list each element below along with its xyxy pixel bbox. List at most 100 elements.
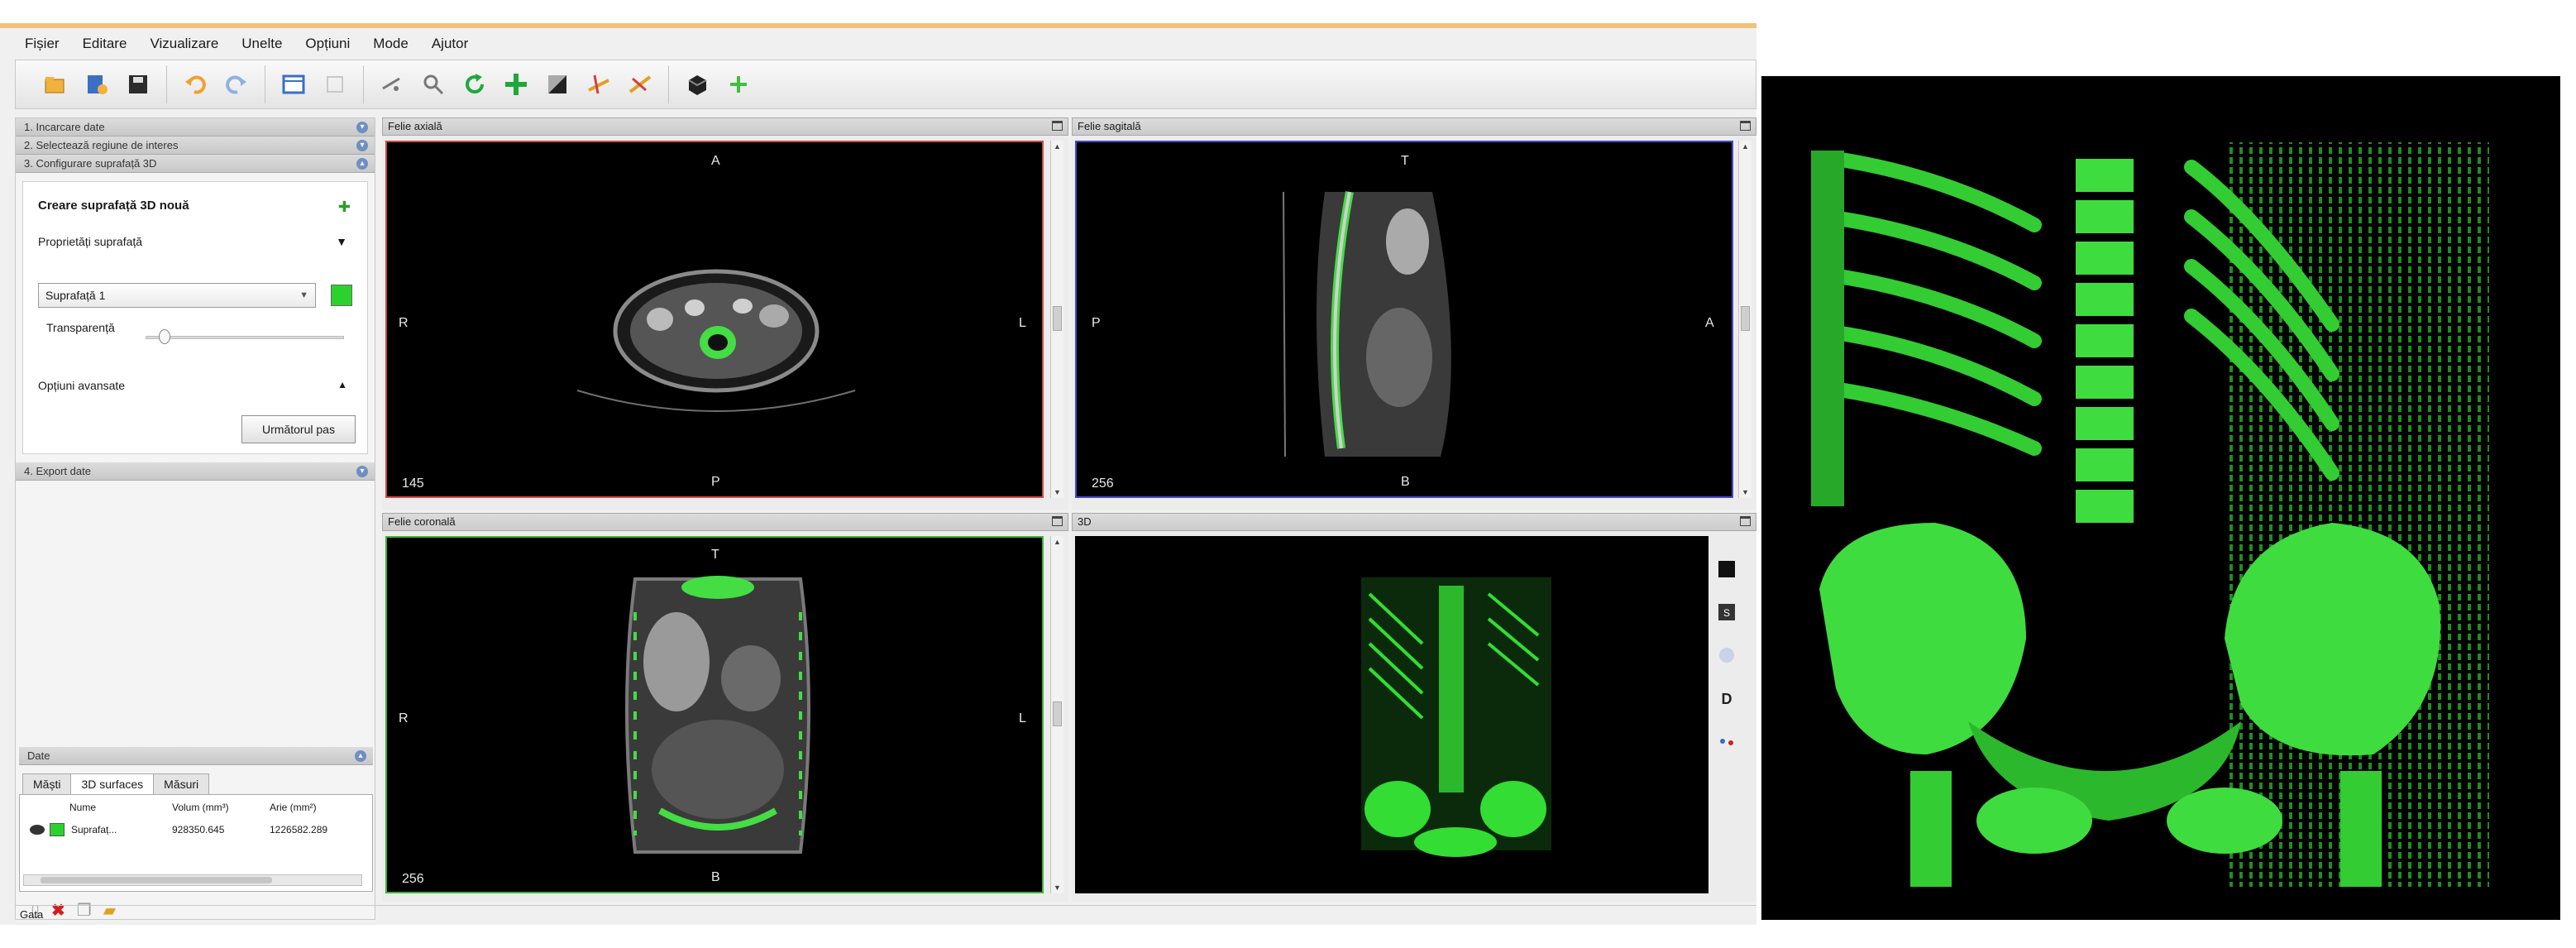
add-icon[interactable] [722, 68, 755, 101]
scroll-down-icon[interactable]: ▼ [1054, 488, 1061, 496]
table-header-volume: Volum (mm³) [172, 802, 229, 813]
menu-tools[interactable]: Unelte [241, 36, 282, 52]
collapse-icon[interactable]: ▴ [356, 158, 368, 170]
transparency-slider[interactable] [146, 336, 344, 339]
volume-lighting-icon[interactable] [1716, 644, 1737, 667]
scrollbar-thumb[interactable] [1741, 306, 1750, 331]
sagittal-scrollbar[interactable]: ▲ ▼ [1738, 141, 1752, 498]
volume-render-large [1761, 76, 2560, 920]
sagittal-view-title-bar: Felie sagitală [1072, 117, 1756, 136]
transparency-slider-handle[interactable] [159, 329, 170, 344]
open-icon[interactable] [39, 68, 72, 101]
axial-view-title: Felie axială [388, 120, 442, 132]
table-horizontal-scrollbar[interactable] [23, 874, 362, 886]
volume-side-toolbar: S D [1710, 558, 1743, 753]
coronal-scrollbar[interactable]: ▲ ▼ [1050, 536, 1063, 893]
advanced-options-label[interactable]: Opțiuni avansate [38, 379, 125, 392]
section-export-data[interactable]: 4. Export date ▾ [16, 462, 375, 481]
coronal-orientation-top: T [711, 548, 719, 562]
menu-edit[interactable]: Editare [83, 36, 127, 52]
chevron-down-icon[interactable]: ▼ [336, 235, 347, 248]
section-load-data[interactable]: 1. Incarcare date ▾ [16, 118, 375, 136]
surface-volume-cell: 928350.645 [172, 824, 225, 835]
maximize-icon[interactable] [1740, 516, 1751, 526]
tab-3d-surfaces[interactable]: 3D surfaces [70, 773, 155, 794]
scroll-down-icon[interactable]: ▼ [1054, 883, 1061, 892]
menu-mode[interactable]: Mode [373, 36, 409, 52]
table-row[interactable]: Suprafaț... 928350.645 1226582.289 [20, 823, 372, 841]
data-panel-title: Date [27, 749, 50, 762]
scrollbar-thumb[interactable] [41, 877, 272, 883]
zoom-icon[interactable] [417, 68, 450, 101]
rotate-icon[interactable] [458, 68, 491, 101]
volume-black-bg-icon[interactable] [1716, 558, 1737, 581]
measure-icon[interactable] [582, 68, 615, 101]
surface-color-swatch[interactable] [50, 823, 65, 836]
section-label: 4. Export date [24, 465, 91, 477]
axial-view-title-bar: Felie axială [382, 117, 1068, 136]
maximize-icon[interactable] [1052, 121, 1063, 131]
volume-orientation-icon[interactable]: S [1716, 601, 1737, 624]
transparency-label: Transparență [46, 321, 115, 334]
next-step-button[interactable]: Următorul pas [241, 415, 356, 443]
expand-icon[interactable]: ▾ [356, 140, 368, 151]
axial-canvas[interactable]: A P R L 145 [385, 141, 1044, 498]
scroll-up-icon[interactable]: ▲ [1742, 142, 1749, 151]
sagittal-orientation-top: T [1401, 154, 1409, 168]
import-icon[interactable] [80, 68, 113, 101]
crosshair-icon[interactable] [499, 68, 533, 101]
undo-icon[interactable] [179, 68, 212, 101]
surface-area-cell: 1226582.289 [270, 824, 328, 835]
expand-icon[interactable]: ▾ [356, 466, 368, 477]
coronal-canvas[interactable]: T B R L 256 [385, 536, 1044, 893]
maximize-icon[interactable] [1052, 516, 1063, 526]
volume-canvas[interactable] [1075, 536, 1709, 893]
view3d-icon[interactable] [681, 68, 714, 101]
save-icon[interactable] [122, 68, 155, 101]
volume-3d-glasses-icon[interactable]: D [1716, 687, 1737, 710]
sagittal-orientation-bottom: B [1401, 475, 1410, 489]
add-surface-icon[interactable]: ✚ [338, 199, 351, 216]
surface-select[interactable]: Suprafață 1 ▼ [38, 283, 316, 308]
tab-measures[interactable]: Măsuri [153, 773, 210, 794]
maximize-icon[interactable] [1740, 121, 1751, 131]
layout-alt-icon[interactable] [318, 68, 351, 101]
scrollbar-thumb[interactable] [1053, 701, 1062, 726]
collapse-icon[interactable]: ▴ [355, 750, 366, 762]
scroll-up-icon[interactable]: ▲ [1054, 538, 1061, 546]
data-panel: Date ▴ Măști 3D surfaces Măsuri Nume Volu… [19, 747, 373, 920]
tab-masks[interactable]: Măști [22, 773, 72, 794]
ruler-icon[interactable] [624, 68, 657, 101]
left-panel: 1. Incarcare date ▾ 2. Selectează regiune… [15, 117, 375, 920]
surfaces-table: Nume Volum (mm³) Arie (mm²) Suprafaț... … [19, 794, 373, 892]
expand-icon[interactable]: ▾ [356, 122, 368, 133]
toolbar-3d-group [669, 65, 767, 103]
menu-help[interactable]: Ajutor [432, 36, 468, 52]
axial-orientation-bottom: P [711, 475, 720, 489]
chevron-up-icon[interactable]: ▲ [337, 379, 347, 390]
sagittal-canvas[interactable]: T B P A 256 [1075, 141, 1733, 498]
section-select-region[interactable]: 2. Selectează regiune de interes ▾ [16, 136, 375, 155]
scroll-down-icon[interactable]: ▼ [1742, 488, 1749, 496]
layout-icon[interactable] [277, 68, 310, 101]
sagittal-orientation-left: P [1092, 316, 1101, 330]
contrast-icon[interactable] [541, 68, 574, 101]
surface-properties-label[interactable]: Proprietăți suprafață [38, 235, 142, 248]
menu-options[interactable]: Opțiuni [305, 36, 350, 52]
axial-scrollbar[interactable]: ▲ ▼ [1050, 141, 1063, 498]
visibility-eye-icon[interactable] [30, 825, 45, 835]
volume-stereo-icon[interactable] [1716, 730, 1737, 753]
svg-text:S: S [1723, 607, 1730, 619]
section-configure-surface[interactable]: 3. Configurare suprafață 3D ▴ [16, 155, 375, 173]
status-text: Gata [20, 908, 44, 921]
scrollbar-thumb[interactable] [1053, 306, 1062, 331]
sagittal-orientation-right: A [1705, 316, 1714, 330]
pan-icon[interactable] [375, 68, 409, 101]
redo-icon[interactable] [220, 68, 253, 101]
toolbar-file-group [27, 65, 167, 103]
scroll-up-icon[interactable]: ▲ [1054, 142, 1061, 151]
surface-color-swatch[interactable] [331, 285, 352, 306]
menu-view[interactable]: Vizualizare [150, 36, 218, 52]
data-panel-header[interactable]: Date ▴ [19, 747, 373, 765]
menu-file[interactable]: Fișier [25, 36, 60, 52]
